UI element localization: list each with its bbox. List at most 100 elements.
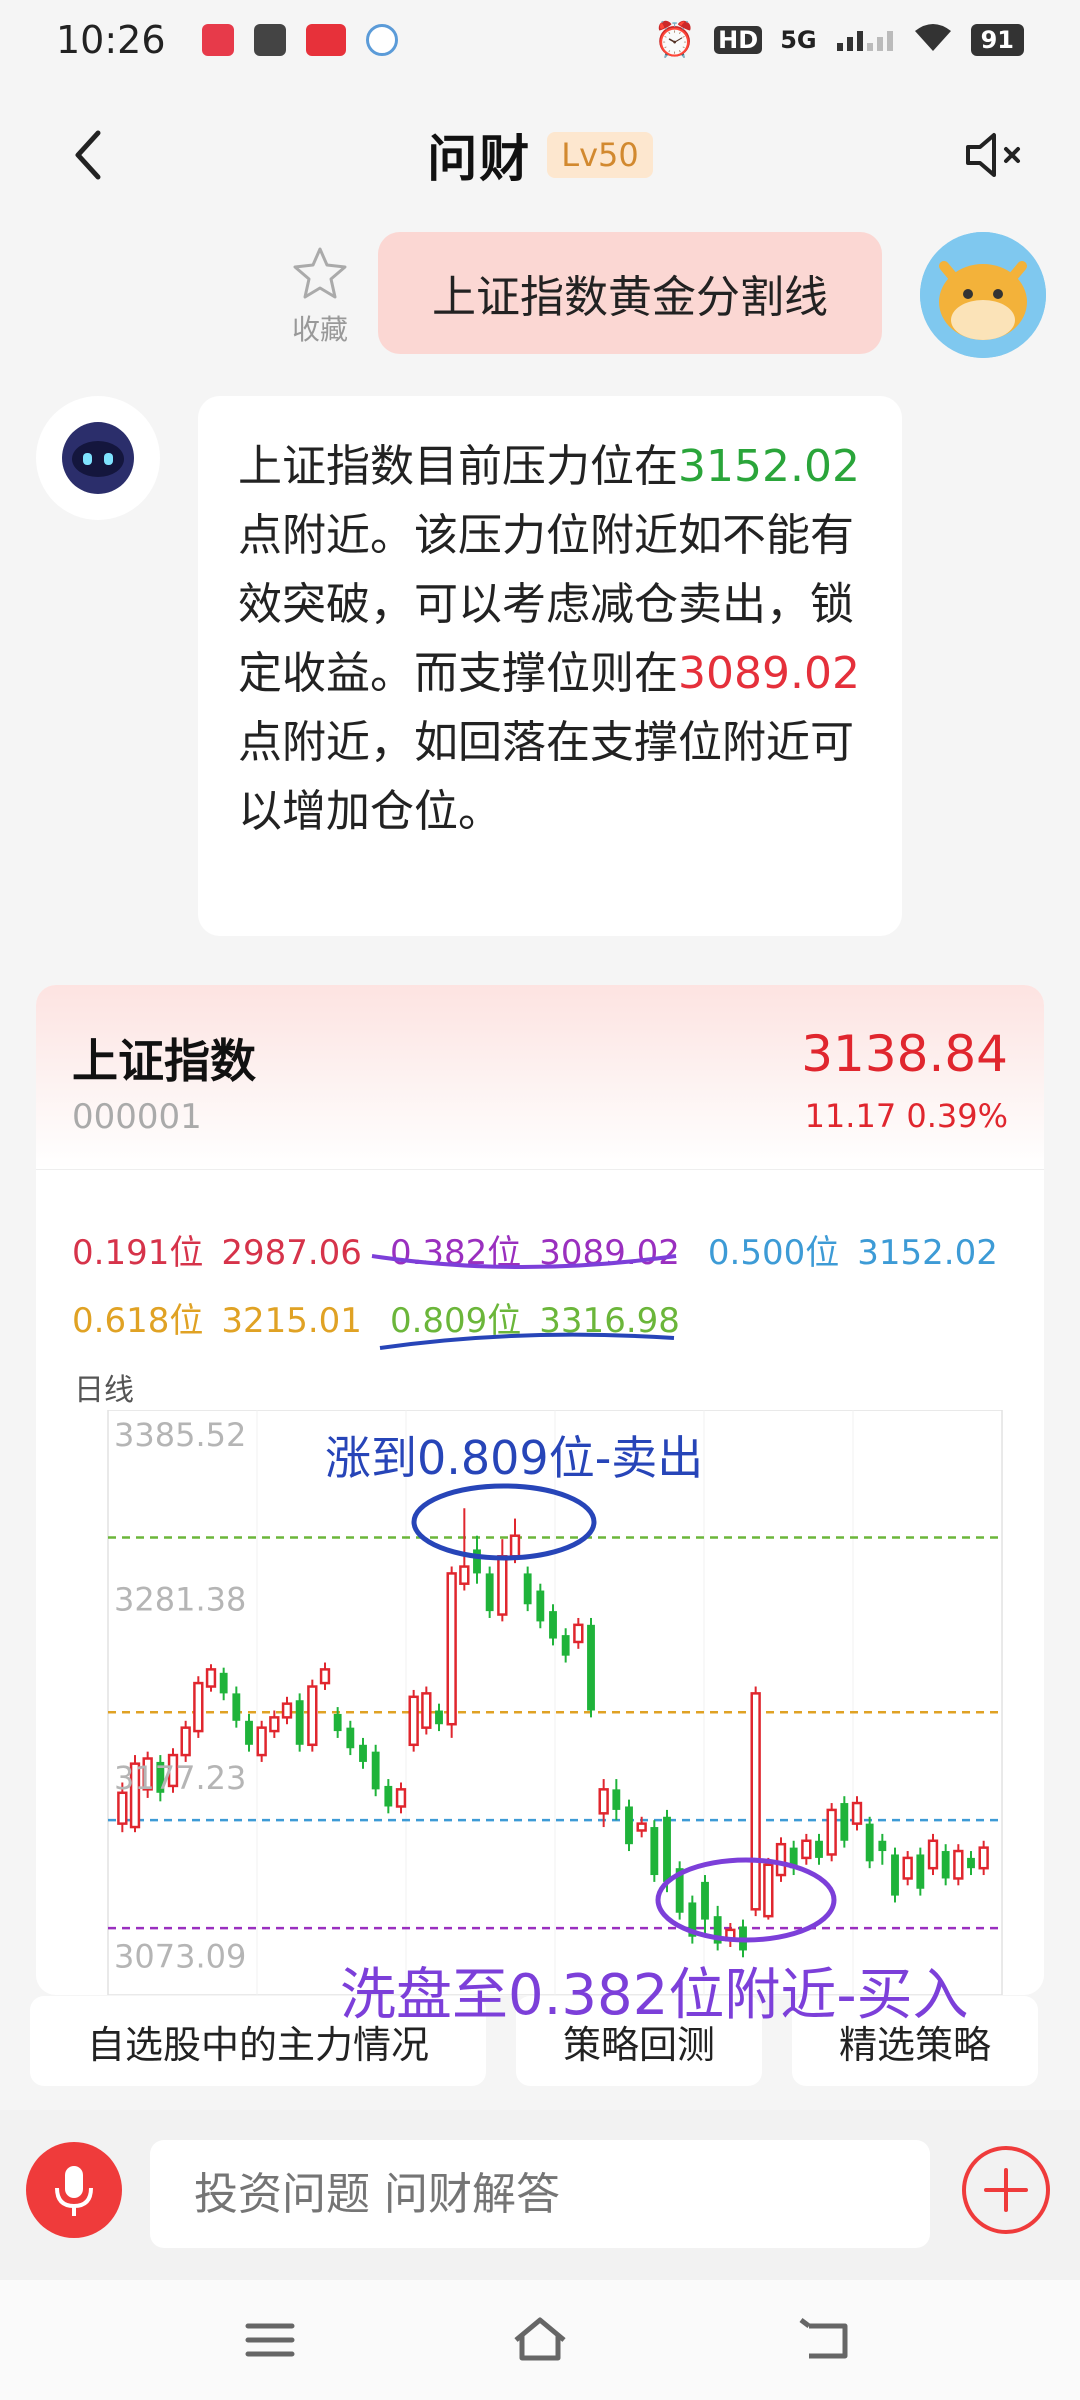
candle-body: [117, 1791, 128, 1825]
user-avatar[interactable]: [920, 232, 1046, 358]
microphone-icon: [55, 2166, 93, 2216]
candle-body: [612, 1789, 621, 1810]
candle-body: [395, 1788, 407, 1808]
candle-body: [663, 1816, 671, 1882]
signal-icon: [835, 21, 895, 59]
stock-card-header: 上证指数 000001 3138.84 11.17 0.39%: [36, 985, 1044, 1170]
candle-body: [473, 1549, 481, 1574]
fib-value: 3316.98: [539, 1301, 680, 1341]
notification-browser-icon: [365, 24, 398, 56]
notification-mail-icon: [253, 24, 286, 56]
candle-body: [295, 1700, 304, 1745]
y-tick-label: 3177.23: [114, 1759, 246, 1797]
fib-level-0382: 0.382位 3089.02: [390, 1225, 680, 1274]
level-badge: Lv50: [547, 132, 653, 178]
candle-body: [775, 1842, 787, 1877]
fib-row-2: 0.618位 3215.01 0.809位 3316.98: [72, 1293, 708, 1342]
cow-avatar-icon: [920, 232, 1046, 358]
candle-body: [878, 1840, 887, 1852]
chart-period-label: 日线: [74, 1373, 134, 1408]
system-nav-bar: [0, 2280, 1080, 2400]
stock-change: 11.17 0.39%: [804, 1097, 1008, 1135]
chart-svg: 3385.52 3281.38 3177.23 3073.09: [107, 1409, 1003, 1995]
mute-button[interactable]: [960, 125, 1030, 185]
add-button[interactable]: [958, 2142, 1054, 2238]
candle-body: [359, 1744, 367, 1762]
candle-body: [180, 1726, 191, 1757]
candle-body: [421, 1692, 432, 1729]
candle-body: [346, 1727, 355, 1749]
fib-label: 0.809位: [389, 1301, 522, 1341]
candle-body: [978, 1846, 989, 1870]
notification-app-icon: [201, 24, 234, 56]
top-nav: 问财 Lv50: [0, 90, 1080, 220]
fib-level-0191: 0.191位 2987.06: [72, 1225, 362, 1274]
wifi-icon: [913, 21, 953, 59]
system-back-button[interactable]: [795, 2310, 855, 2370]
fib-label: 0.382位: [389, 1233, 522, 1273]
candle-body: [750, 1692, 761, 1911]
candle-body: [701, 1881, 709, 1920]
network-label: 5G: [780, 26, 817, 54]
candle-body: [319, 1668, 331, 1685]
fib-value: 2987.06: [221, 1233, 362, 1273]
candle-body: [650, 1827, 659, 1876]
home-button[interactable]: [510, 2310, 570, 2370]
battery-indicator: 91: [970, 24, 1024, 56]
candle-body: [281, 1702, 293, 1719]
y-tick-label: 3385.52: [114, 1416, 246, 1454]
candle-body: [763, 1863, 774, 1918]
stock-card[interactable]: 上证指数 000001 3138.84 11.17 0.39% 0.191位 29…: [36, 985, 1044, 1995]
plus-circle-icon: [962, 2146, 1050, 2234]
support-value: 3089.02: [678, 648, 860, 699]
stock-code: 000001: [72, 1097, 202, 1137]
candle-body: [967, 1857, 975, 1869]
fib-level-0809: 0.809位 3316.98: [390, 1293, 680, 1342]
candle-body: [459, 1565, 470, 1585]
candle-body: [536, 1590, 545, 1622]
candle-body: [927, 1839, 939, 1870]
notification-shop-icon: [305, 24, 346, 56]
status-bar: 10:26 ⏰ HD 5G 91: [0, 0, 1080, 80]
favorite-label: 收藏: [291, 313, 348, 346]
alarm-icon: ⏰: [653, 20, 697, 60]
candle-body: [953, 1849, 964, 1880]
voice-input-button[interactable]: [26, 2142, 122, 2238]
stock-name: 上证指数: [72, 1034, 256, 1088]
candle-body: [916, 1854, 925, 1889]
candle-body: [245, 1720, 253, 1745]
candle-body: [446, 1572, 457, 1726]
question-input[interactable]: [150, 2140, 930, 2248]
hd-icon: HD: [714, 26, 763, 54]
menu-icon: [245, 2323, 295, 2357]
y-tick-label: 3073.09: [114, 1937, 246, 1975]
candlestick-chart[interactable]: 3385.52 3281.38 3177.23 3073.09: [72, 1409, 1006, 1995]
fib-value: 3215.01: [221, 1301, 362, 1341]
fib-row-1: 0.191位 2987.06 0.382位 3089.02 0.500位 3152.0…: [72, 1225, 1026, 1274]
candle-body: [256, 1726, 267, 1757]
candle-body: [725, 1928, 736, 1942]
candle-body: [851, 1801, 863, 1825]
candle-body: [232, 1693, 241, 1721]
candle-body: [193, 1681, 204, 1733]
speaker-mute-icon: [966, 133, 1020, 177]
fib-value: 3089.02: [539, 1233, 680, 1273]
bot-message-bubble: 上证指数目前压力位在3152.02点附近。该压力位附近如不能有效突破，可以考虑减…: [198, 396, 902, 936]
robot-icon: [62, 422, 134, 494]
candle-body: [865, 1823, 874, 1862]
resistance-value: 3152.02: [678, 441, 860, 492]
candle-body: [573, 1623, 584, 1644]
candle-body: [739, 1926, 747, 1951]
candle-body: [840, 1803, 849, 1841]
candle-body: [408, 1695, 419, 1747]
candle-body: [523, 1573, 532, 1605]
menu-button[interactable]: [240, 2310, 300, 2370]
candle-body: [675, 1868, 684, 1913]
favorite-button[interactable]: 收藏: [285, 245, 355, 348]
candle-body: [625, 1806, 633, 1845]
input-bar: [0, 2110, 1080, 2280]
chevron-left-icon: [75, 130, 101, 180]
candle-body: [902, 1856, 913, 1880]
buy-annotation: 洗盘至0.382位附近-买入: [340, 1963, 969, 2028]
back-button[interactable]: [60, 125, 120, 185]
